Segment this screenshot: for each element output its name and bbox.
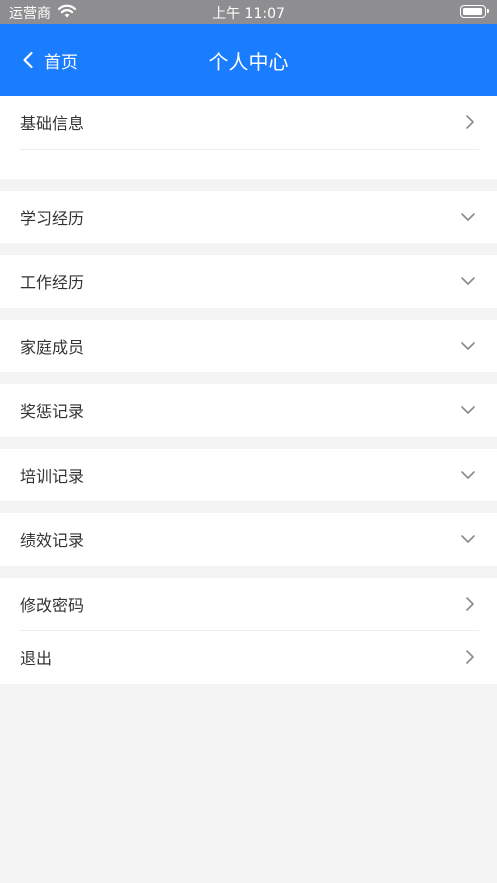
row-family[interactable]: 家庭成员: [0, 320, 497, 373]
row-basic-info[interactable]: 基础信息: [0, 96, 497, 149]
row-label: 基础信息: [20, 114, 85, 134]
section-performance: 绩效记录: [0, 513, 497, 566]
chevron-right-icon: [466, 115, 474, 130]
page-title: 个人中心: [208, 50, 289, 74]
row-performance[interactable]: 绩效记录: [0, 513, 497, 566]
chevron-down-icon: [461, 470, 475, 479]
row-label: 绩效记录: [20, 531, 85, 551]
row-label: 退出: [20, 649, 53, 669]
row-label: 奖惩记录: [20, 402, 85, 422]
row-label: 培训记录: [20, 466, 85, 486]
chevron-down-icon: [461, 277, 475, 286]
row-rewards[interactable]: 奖惩记录: [0, 384, 497, 437]
row-label: 工作经历: [20, 273, 85, 293]
row-label: 学习经历: [20, 208, 85, 228]
chevron-right-icon: [466, 650, 474, 665]
section-basic: 基础信息: [0, 96, 497, 179]
row-education[interactable]: 学习经历: [0, 191, 497, 244]
row-logout[interactable]: 退出: [0, 631, 497, 684]
section-rewards: 奖惩记录: [0, 384, 497, 437]
section-family: 家庭成员: [0, 319, 497, 373]
clock: 上午 11:07: [212, 6, 285, 22]
chevron-down-icon: [461, 406, 475, 415]
row-label: 修改密码: [20, 595, 85, 615]
chevron-down-icon: [461, 212, 475, 221]
row-spacer: [0, 150, 497, 179]
battery-icon: [460, 5, 489, 18]
section-work: 工作经历: [0, 255, 497, 308]
row-work[interactable]: 工作经历: [0, 255, 497, 308]
section-account: 修改密码 退出: [0, 577, 497, 684]
section-education: 学习经历: [0, 190, 497, 244]
section-training: 培训记录: [0, 448, 497, 502]
status-bar: 运营商 上午 11:07: [0, 0, 497, 24]
chevron-down-icon: [461, 535, 475, 544]
row-training[interactable]: 培训记录: [0, 449, 497, 502]
chevron-down-icon: [461, 341, 475, 350]
row-label: 家庭成员: [20, 337, 85, 357]
menu-list: 基础信息 学习经历 工作经历 家庭成员 奖惩记录 培训记录 绩效记录 修改密码 …: [0, 96, 497, 696]
chevron-right-icon: [466, 596, 474, 611]
row-change-password[interactable]: 修改密码: [0, 578, 497, 631]
nav-bar: 首页 个人中心: [0, 24, 497, 96]
